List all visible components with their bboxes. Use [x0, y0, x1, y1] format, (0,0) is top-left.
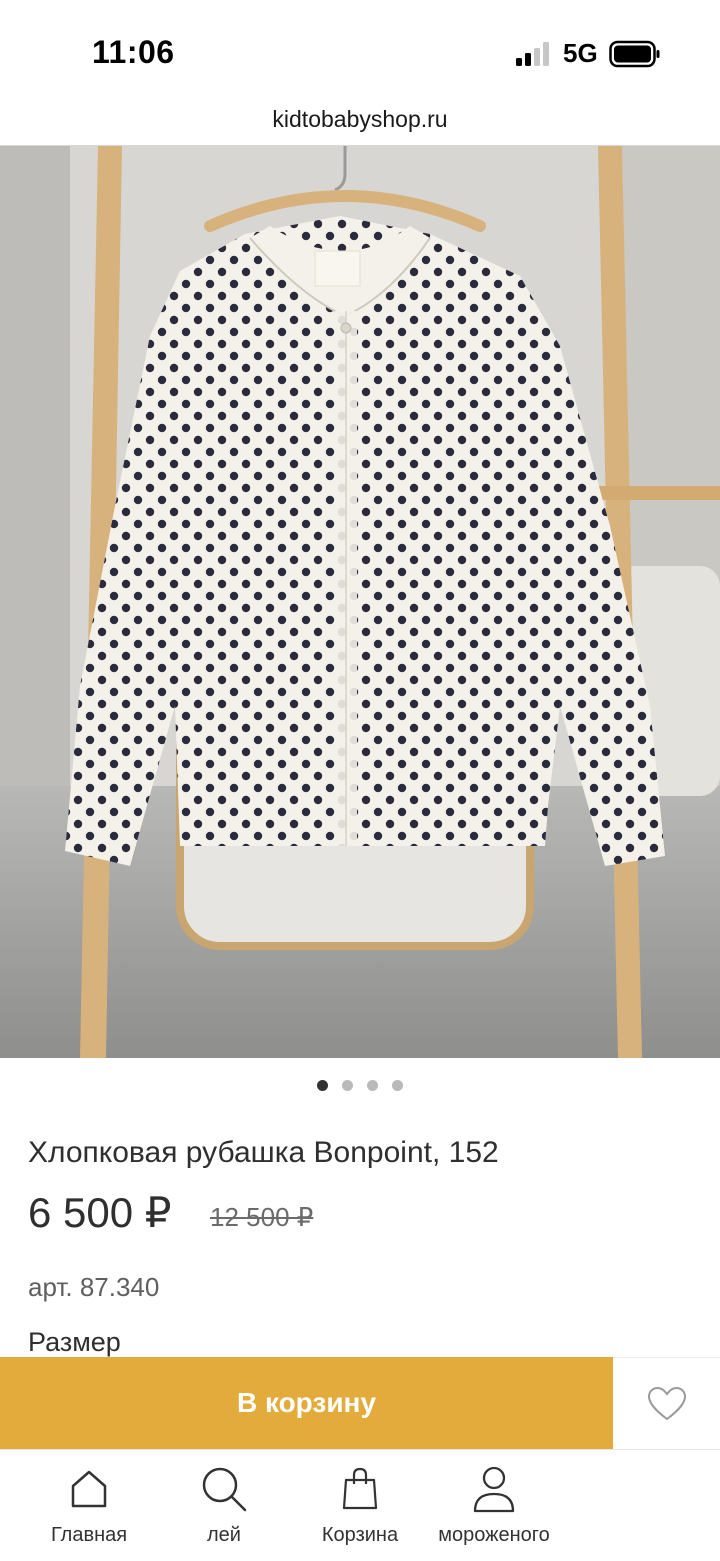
user-icon	[473, 1466, 515, 1513]
product-title: Хлопковая рубашка Bonpoint, 152	[28, 1136, 499, 1169]
tab-profile-label: мороженого	[438, 1524, 550, 1546]
product-photo	[0, 146, 720, 1058]
tab-profile[interactable]: мороженого	[424, 1464, 564, 1547]
address-bar[interactable]: kidtobabyshop.ru	[0, 100, 720, 146]
favorite-button[interactable]	[613, 1357, 720, 1449]
url-text: kidtobabyshop.ru	[272, 106, 448, 132]
tab-search[interactable]: лей	[154, 1464, 294, 1547]
signal-icon	[516, 42, 549, 66]
status-time: 11:06	[92, 34, 175, 70]
bag-icon	[342, 1467, 378, 1510]
status-bar: 11:06 5G	[0, 0, 720, 100]
action-bar: В корзину	[0, 1357, 720, 1449]
tab-cart[interactable]: Корзина	[290, 1464, 430, 1547]
tab-home[interactable]: Главная	[19, 1464, 159, 1547]
carousel-dot-4[interactable]	[392, 1080, 403, 1091]
tab-home-label: Главная	[50, 1524, 128, 1546]
heart-icon	[647, 1386, 686, 1420]
tab-cart-label: Корзина	[321, 1524, 399, 1546]
add-to-cart-button[interactable]: В корзину	[0, 1357, 613, 1449]
product-image[interactable]	[0, 146, 720, 1058]
old-price: 12 500 ₽	[210, 1202, 314, 1232]
carousel-dot-3[interactable]	[367, 1080, 378, 1091]
network-type: 5G	[563, 38, 598, 68]
bottom-tab-bar: Главная лей Корзина мороженого	[0, 1449, 720, 1561]
current-price: 6 500 ₽	[28, 1189, 172, 1236]
carousel-dot-1[interactable]	[317, 1080, 328, 1091]
tab-search-label: лей	[207, 1524, 241, 1546]
home-icon	[71, 1470, 107, 1508]
product-sku: арт. 87.340	[28, 1272, 160, 1302]
size-label: Размер	[28, 1327, 121, 1357]
carousel-indicator[interactable]	[0, 1080, 720, 1091]
search-icon	[202, 1467, 247, 1512]
carousel-dot-2[interactable]	[342, 1080, 353, 1091]
battery-icon	[609, 40, 660, 68]
